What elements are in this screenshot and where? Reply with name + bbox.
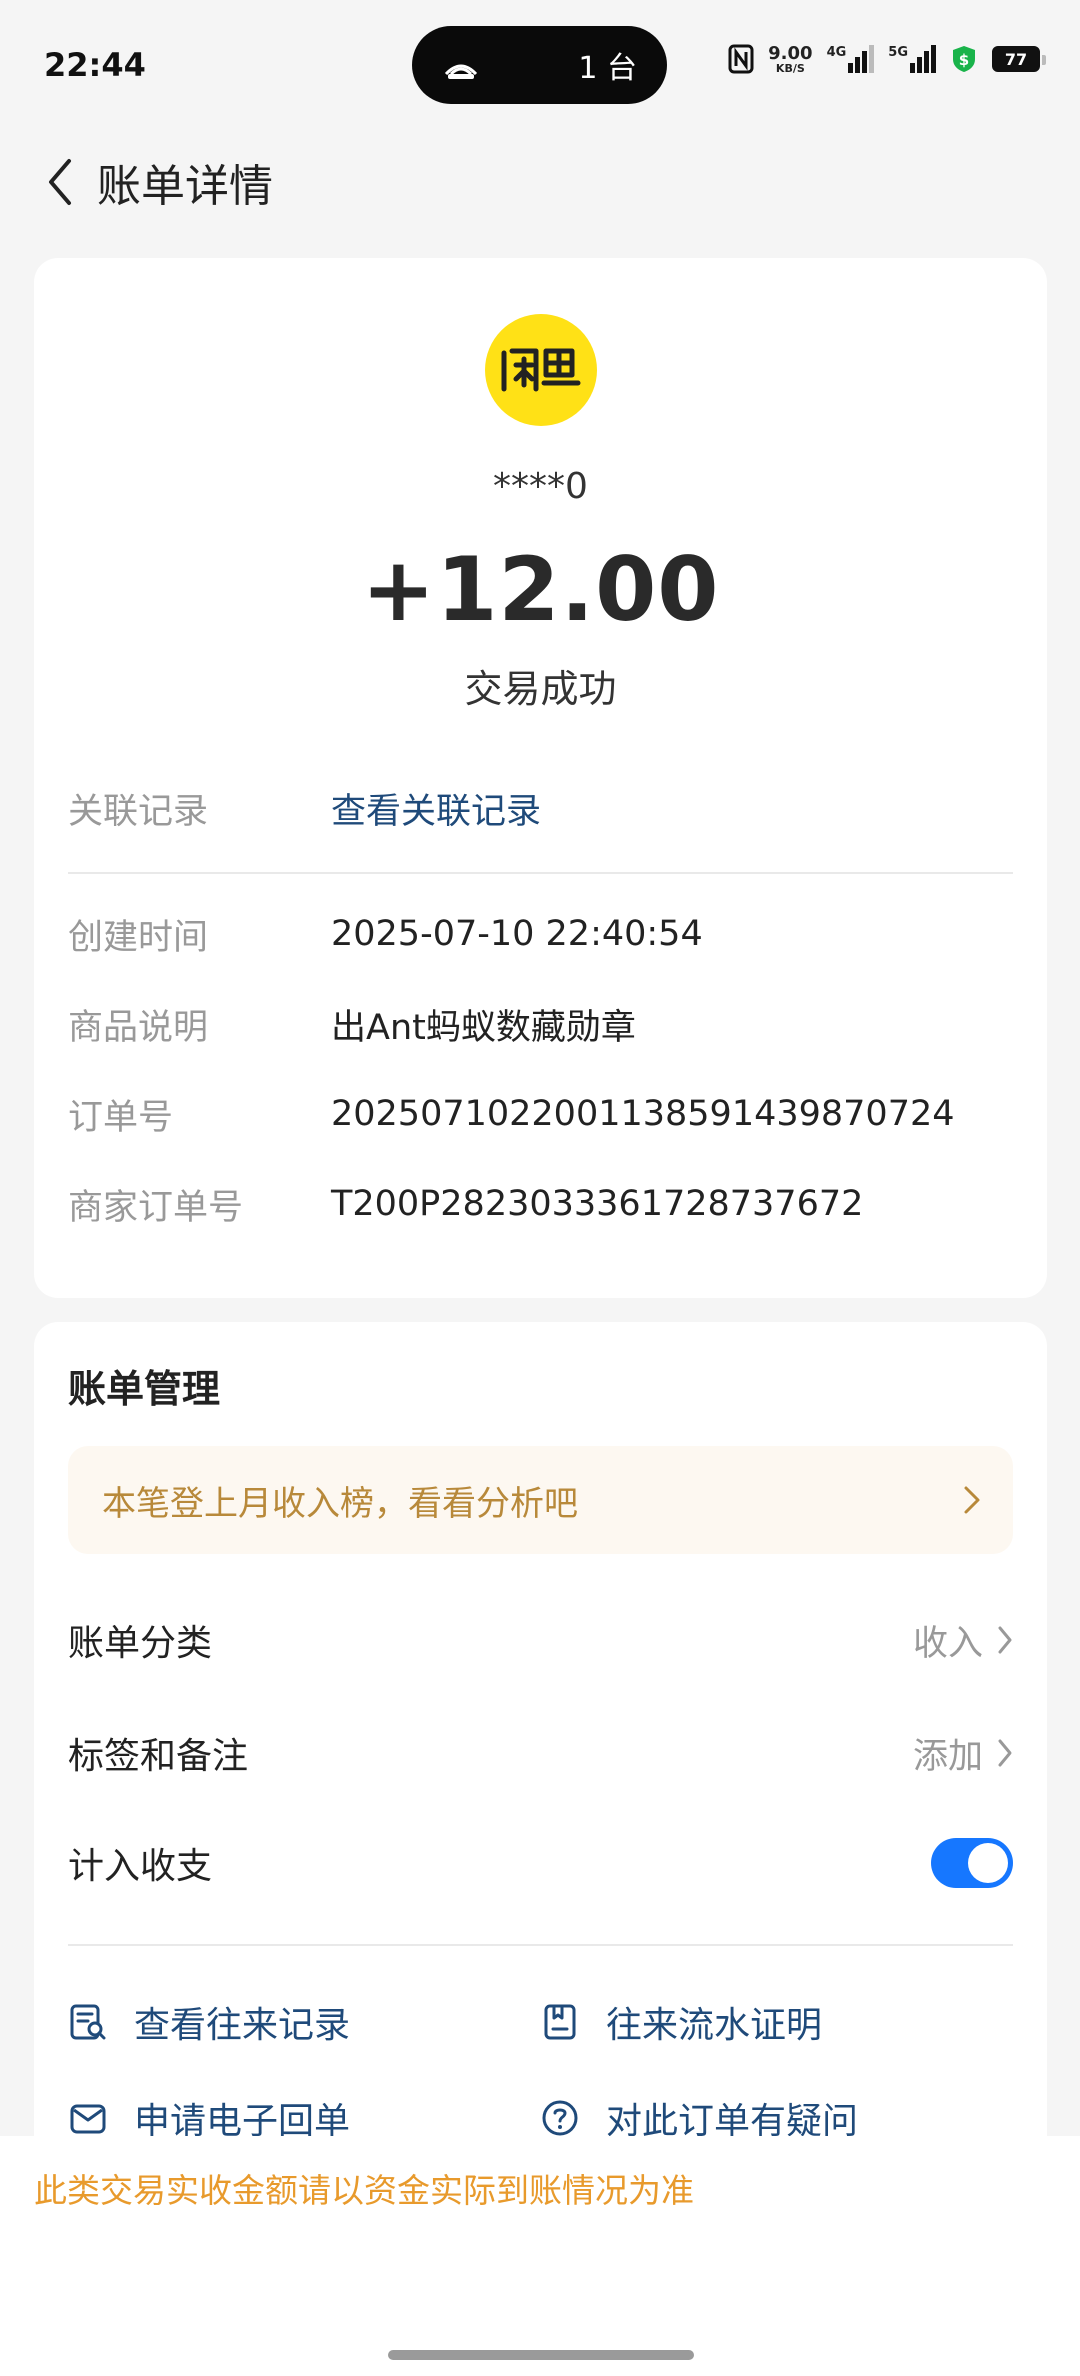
divider xyxy=(68,872,1013,874)
tags-notes-value: 添加 xyxy=(912,1736,983,1777)
mail-icon xyxy=(70,2104,106,2134)
status-time: 22:44 xyxy=(44,46,146,84)
order-number-value[interactable]: 2025071022001138591439870724 xyxy=(331,1094,955,1134)
product-desc-value: 出Ant蚂蚁数藏勋章 xyxy=(331,1007,636,1048)
tags-notes-row[interactable]: 标签和备注 添加 xyxy=(68,1718,1013,1788)
created-time-value: 2025-07-10 22:40:54 xyxy=(331,914,703,954)
app-header: 账单详情 xyxy=(0,140,1080,220)
merchant-logo xyxy=(485,314,597,426)
page-title: 账单详情 xyxy=(97,161,273,212)
bill-category-row[interactable]: 账单分类 收入 xyxy=(68,1605,1013,1675)
related-record-label: 关联记录 xyxy=(68,791,209,832)
notice-text: 此类交易实收金额请以资金实际到账情况为准 xyxy=(34,2171,694,2210)
order-number-row[interactable]: 订单号 2025071022001138591439870724 xyxy=(68,1084,1013,1144)
bill-category-label: 账单分类 xyxy=(68,1623,213,1664)
transaction-status: 交易成功 xyxy=(464,667,617,711)
network-speed: 9.00 KB/S xyxy=(768,42,813,75)
battery-icon: 77 xyxy=(992,46,1046,72)
signal-4g-icon: 4G xyxy=(827,45,875,73)
product-desc-row: 商品说明 出Ant蚂蚁数藏勋章 xyxy=(68,994,1013,1054)
status-bar: 22:44 1 台 9.00 KB/S 4G 5G $ 77 xyxy=(0,0,1080,130)
banner-text: 本笔登上月收入榜，看看分析吧 xyxy=(102,1483,578,1524)
transaction-amount: +12.00 xyxy=(361,538,720,641)
order-number-label: 订单号 xyxy=(68,1097,174,1138)
dynamic-island[interactable]: 1 台 xyxy=(412,26,667,104)
include-in-stats-row: 计入收支 xyxy=(68,1828,1013,1898)
cast-icon xyxy=(444,64,478,79)
system-icons: 9.00 KB/S 4G 5G $ 77 xyxy=(728,42,1046,75)
merchant-name: ****0 xyxy=(493,466,588,507)
product-desc-label: 商品说明 xyxy=(68,1007,209,1048)
home-indicator[interactable] xyxy=(388,2350,694,2360)
merchant-order-number-row[interactable]: 商家订单号 T200P2823033361728737672 xyxy=(68,1174,1013,1234)
divider xyxy=(68,1944,1013,1946)
related-record-link[interactable]: 查看关联记录 xyxy=(331,783,541,834)
back-button[interactable] xyxy=(30,152,90,212)
tags-notes-label: 标签和备注 xyxy=(68,1736,249,1777)
xianyu-logo-icon xyxy=(501,348,581,392)
chevron-right-icon xyxy=(998,1626,1012,1654)
created-time-label: 创建时间 xyxy=(68,917,209,958)
question-icon xyxy=(542,2100,578,2136)
related-record-row[interactable]: 关联记录 查看关联记录 xyxy=(68,778,1013,838)
bill-detail-card: ****0 +12.00 交易成功 关联记录 查看关联记录 创建时间 2025-… xyxy=(34,258,1047,1298)
chevron-left-icon xyxy=(49,159,71,205)
chevron-right-icon xyxy=(964,1486,980,1514)
income-rank-banner[interactable]: 本笔登上月收入榜，看看分析吧 xyxy=(68,1446,1013,1554)
footer-notice-bar: 此类交易实收金额请以资金实际到账情况为准 xyxy=(0,2136,1080,2376)
document-icon xyxy=(544,2004,576,2040)
svg-text:$: $ xyxy=(959,51,969,69)
section-title: 账单管理 xyxy=(68,1367,221,1411)
statement-proof-button[interactable]: 往来流水证明 xyxy=(540,1996,822,2048)
merchant-order-number-value[interactable]: T200P2823033361728737672 xyxy=(331,1184,863,1224)
shield-icon: $ xyxy=(953,46,975,72)
nfc-icon xyxy=(728,44,754,74)
island-text: 1 台 xyxy=(578,51,637,86)
created-time-row: 创建时间 2025-07-10 22:40:54 xyxy=(68,904,1013,964)
view-history-button[interactable]: 查看往来记录 xyxy=(68,1996,350,2048)
include-in-stats-label: 计入收支 xyxy=(68,1846,213,1887)
include-in-stats-toggle[interactable] xyxy=(931,1838,1013,1888)
signal-5g-icon: 5G xyxy=(888,45,936,73)
chevron-right-icon xyxy=(998,1739,1012,1767)
bill-category-value: 收入 xyxy=(912,1623,983,1664)
record-search-icon xyxy=(70,2004,106,2040)
merchant-order-number-label: 商家订单号 xyxy=(68,1187,244,1228)
